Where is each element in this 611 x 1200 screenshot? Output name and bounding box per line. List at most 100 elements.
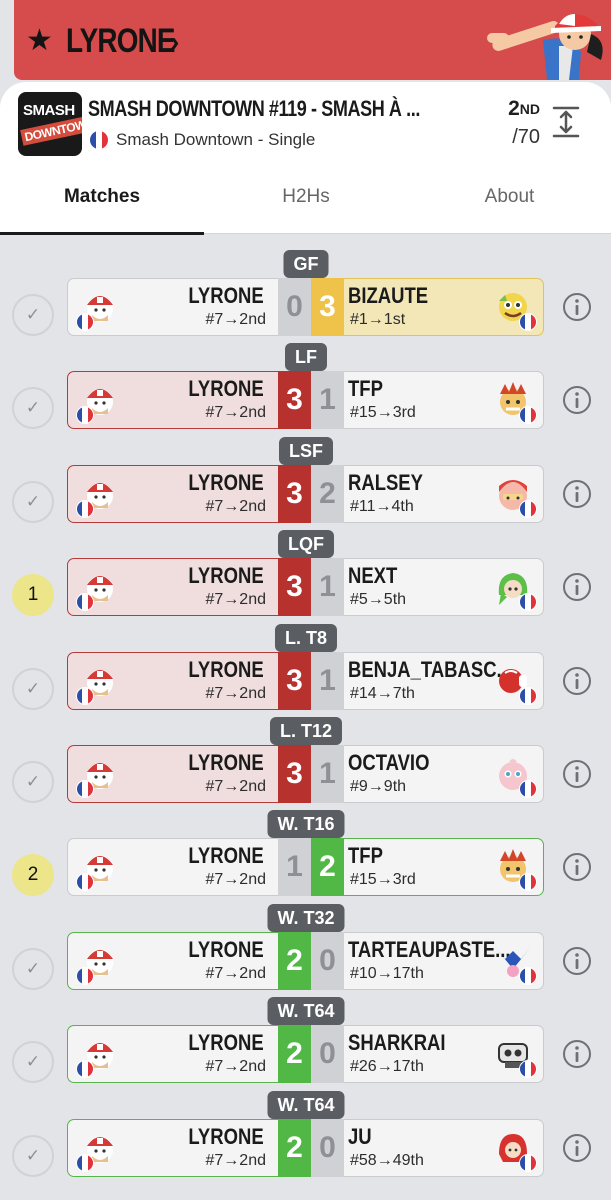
info-icon[interactable] xyxy=(562,1039,592,1069)
match-row[interactable]: ✓ W. T64 LYRONE #7→2nd 2 0 JU #58→49th xyxy=(0,1091,611,1185)
opponent-seed: #5→5th xyxy=(350,591,407,608)
opponent-tag: JU xyxy=(348,1124,372,1149)
france-flag-icon xyxy=(519,313,537,331)
opponent-seed: #1→1st xyxy=(350,311,406,328)
check-icon[interactable]: ✓ xyxy=(12,481,54,523)
player-score: 3 xyxy=(278,652,311,710)
check-icon[interactable]: ✓ xyxy=(12,1135,54,1177)
character-icon xyxy=(491,659,537,705)
opponent-seed: #14→7th xyxy=(350,685,415,702)
opponent-entry[interactable]: BIZAUTE #1→1st xyxy=(344,278,544,336)
player-entry[interactable]: LYRONE #7→2nd xyxy=(67,1025,278,1083)
tournament-title[interactable]: SMASH DOWNTOWN #119 - SMASH À ... xyxy=(88,96,420,122)
france-flag-icon xyxy=(519,780,537,798)
check-icon[interactable]: ✓ xyxy=(12,948,54,990)
info-icon[interactable] xyxy=(562,385,592,415)
france-flag-icon xyxy=(76,873,94,891)
match-row[interactable]: ✓ W. T64 LYRONE #7→2nd 2 0 SHARKRAI #26→17th xyxy=(0,997,611,1091)
france-flag-icon xyxy=(519,500,537,518)
round-label: W. T64 xyxy=(267,1091,345,1119)
character-icon xyxy=(491,939,537,985)
player-entry[interactable]: LYRONE #7→2nd xyxy=(67,465,278,523)
player-name: LYRONE xyxy=(66,22,176,60)
opponent-entry[interactable]: SHARKRAI #26→17th xyxy=(344,1025,544,1083)
match-row[interactable]: ✓ LSF LYRONE #7→2nd 3 2 RALSEY #11→4th xyxy=(0,437,611,531)
round-label: LSF xyxy=(279,437,333,465)
info-icon[interactable] xyxy=(562,572,592,602)
match-number-badge[interactable]: 2 xyxy=(12,854,54,896)
france-flag-icon xyxy=(519,1060,537,1078)
info-icon[interactable] xyxy=(562,852,592,882)
info-icon[interactable] xyxy=(562,946,592,976)
info-icon[interactable] xyxy=(562,479,592,509)
info-icon[interactable] xyxy=(562,292,592,322)
opponent-entry[interactable]: OCTAVIO #9→9th xyxy=(344,745,544,803)
character-avatar-icon xyxy=(487,14,603,80)
match-row[interactable]: ✓ L. T12 LYRONE #7→2nd 3 1 OCTAVIO #9→9th xyxy=(0,717,611,811)
player-entry[interactable]: LYRONE #7→2nd xyxy=(67,278,278,336)
player-entry[interactable]: LYRONE #7→2nd xyxy=(67,745,278,803)
player-score: 1 xyxy=(278,838,311,896)
player-seed: #7→2nd xyxy=(205,591,267,608)
tournament-logo[interactable]: SMASH DOWNTOWN xyxy=(18,92,82,156)
opponent-entry[interactable]: RALSEY #11→4th xyxy=(344,465,544,523)
player-entry[interactable]: LYRONE #7→2nd xyxy=(67,558,278,616)
placement-value: 2ND xyxy=(508,97,540,120)
check-icon[interactable]: ✓ xyxy=(12,668,54,710)
opponent-entry[interactable]: TFP #15→3rd xyxy=(344,371,544,429)
character-icon xyxy=(76,845,122,891)
character-icon xyxy=(76,285,122,331)
info-icon[interactable] xyxy=(562,666,592,696)
check-icon[interactable]: ✓ xyxy=(12,761,54,803)
character-icon xyxy=(491,472,537,518)
opponent-score: 1 xyxy=(311,652,344,710)
opponent-tag: SHARKRAI xyxy=(348,1030,446,1055)
chevron-right-icon: › xyxy=(170,26,180,57)
info-icon[interactable] xyxy=(562,1133,592,1163)
check-icon[interactable]: ✓ xyxy=(12,387,54,429)
tab-h2hs[interactable]: H2Hs xyxy=(204,178,408,234)
opponent-tag: RALSEY xyxy=(348,470,423,495)
match-row[interactable]: ✓ L. T8 LYRONE #7→2nd 3 1 BENJA_TABASC... #14→7… xyxy=(0,624,611,718)
round-label: W. T32 xyxy=(267,904,345,932)
opponent-entry[interactable]: BENJA_TABASC... #14→7th xyxy=(344,652,544,710)
player-entry[interactable]: LYRONE #7→2nd xyxy=(67,371,278,429)
player-entry[interactable]: LYRONE #7→2nd xyxy=(67,652,278,710)
match-number-badge[interactable]: 1 xyxy=(12,574,54,616)
player-entry[interactable]: LYRONE #7→2nd xyxy=(67,1119,278,1177)
character-icon xyxy=(491,378,537,424)
match-row[interactable]: ✓ LF LYRONE #7→2nd 3 1 TFP #15→3rd xyxy=(0,343,611,437)
opponent-entry[interactable]: TFP #15→3rd xyxy=(344,838,544,896)
character-icon xyxy=(76,378,122,424)
check-icon[interactable]: ✓ xyxy=(12,294,54,336)
info-icon[interactable] xyxy=(562,759,592,789)
france-flag-icon xyxy=(90,131,108,149)
france-flag-icon xyxy=(519,1154,537,1172)
france-flag-icon xyxy=(519,406,537,424)
character-icon xyxy=(76,565,122,611)
player-tag: LYRONE xyxy=(188,1124,264,1149)
player-tag: LYRONE xyxy=(188,750,264,775)
opponent-entry[interactable]: NEXT #5→5th xyxy=(344,558,544,616)
character-icon xyxy=(491,285,537,331)
character-icon xyxy=(76,1032,122,1078)
opponent-entry[interactable]: TARTEAUPASTE... #10→17th xyxy=(344,932,544,990)
player-entry[interactable]: LYRONE #7→2nd xyxy=(67,932,278,990)
character-icon xyxy=(76,752,122,798)
player-entry[interactable]: LYRONE #7→2nd xyxy=(67,838,278,896)
tab-about[interactable]: About xyxy=(408,178,611,234)
tab-matches[interactable]: Matches xyxy=(0,178,204,234)
player-seed: #7→2nd xyxy=(205,871,267,888)
match-row[interactable]: ✓ W. T32 LYRONE #7→2nd 2 0 TARTEAUPASTE... #10→… xyxy=(0,904,611,998)
player-banner[interactable]: ★ LYRONE › xyxy=(14,0,611,80)
character-icon xyxy=(491,752,537,798)
round-label: W. T64 xyxy=(267,997,345,1025)
tab-bar: Matches H2Hs About xyxy=(0,178,611,234)
expand-icon[interactable] xyxy=(548,104,584,140)
check-icon[interactable]: ✓ xyxy=(12,1041,54,1083)
player-seed: #7→2nd xyxy=(205,311,267,328)
opponent-entry[interactable]: JU #58→49th xyxy=(344,1119,544,1177)
match-row[interactable]: ✓ GF LYRONE #7→2nd 0 3 BIZAUTE #1→1st xyxy=(0,250,611,344)
match-row[interactable]: 2 W. T16 LYRONE #7→2nd 1 2 TFP #15→3rd xyxy=(0,810,611,904)
match-row[interactable]: 1 LQF LYRONE #7→2nd 3 1 NEXT #5→5th xyxy=(0,530,611,624)
